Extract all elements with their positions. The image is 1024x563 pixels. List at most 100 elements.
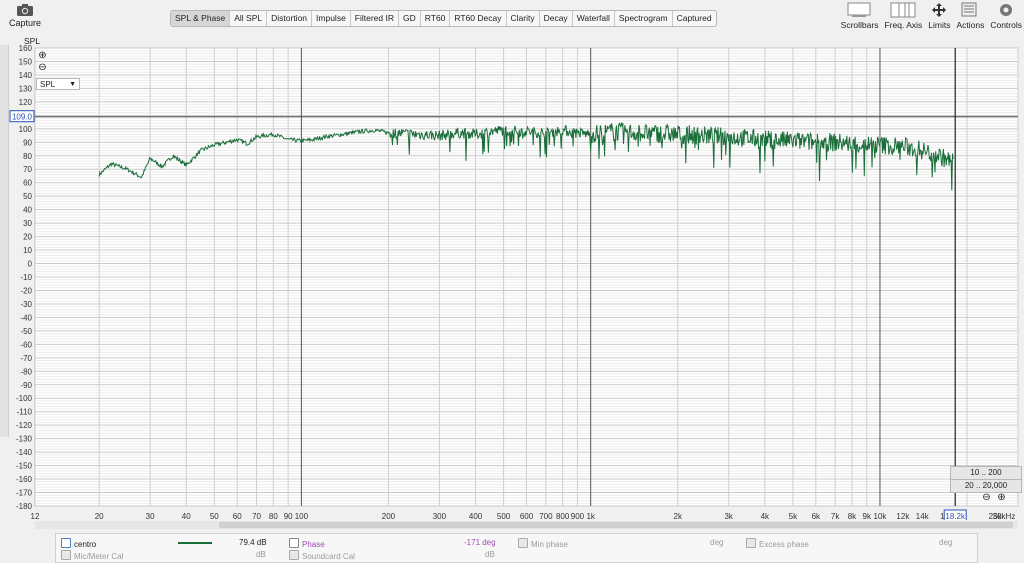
range-10-200-button[interactable]: 10 .. 200 [950, 466, 1022, 480]
y-tick-label: 90 [23, 138, 32, 147]
trace-color-swatch [178, 542, 212, 544]
y-tick-label: 160 [19, 44, 33, 53]
x-tick-label: 90 [284, 512, 293, 520]
y-tick-label: 130 [19, 84, 33, 93]
x-tick-label: 2k [674, 512, 683, 520]
y-tick-label: -110 [17, 408, 33, 417]
x-tick-label: 30 [146, 512, 155, 520]
zoom-in-y-icon[interactable]: ⊕ [37, 51, 48, 62]
y-tick-label: -180 [16, 502, 33, 511]
x-tick-label: 1k [586, 512, 595, 520]
mic-cal-unit: dB [256, 550, 266, 559]
excess-phase-toggle[interactable]: Excess phase [746, 538, 809, 549]
phase-value: -171 deg [464, 538, 496, 547]
legend-panel: centro 79.4 dB Phase -171 deg Min phase … [55, 533, 978, 563]
trace-value: 79.4 dB [239, 538, 267, 547]
x-tick-label: 3k [724, 512, 733, 520]
x-tick-label: 60 [233, 512, 242, 520]
y-tick-label: 60 [23, 179, 32, 188]
y-tick-label: 0 [28, 260, 33, 269]
horizontal-scrollbar[interactable] [35, 521, 1018, 529]
trace-centro-toggle[interactable]: centro [61, 538, 96, 549]
x-tick-label: 30kHz [993, 512, 1016, 520]
y-tick-label: 20 [23, 233, 32, 242]
zoom-out-x-icon[interactable]: ⊖ [981, 493, 992, 504]
excess-phase-unit: deg [939, 538, 953, 547]
y-tick-label: -50 [20, 327, 32, 336]
x-tick-label: 9k [863, 512, 872, 520]
x-tick-label: 800 [556, 512, 570, 520]
min-phase-toggle[interactable]: Min phase [518, 538, 568, 549]
y-tick-label: 100 [19, 125, 33, 134]
y-tick-label: -160 [16, 475, 33, 484]
checkbox-icon [518, 538, 528, 548]
y-tick-label: -20 [20, 286, 32, 295]
zoom-out-y-icon[interactable]: ⊖ [37, 63, 48, 74]
x-tick-label: 500 [497, 512, 511, 520]
min-phase-label: Min phase [531, 540, 568, 549]
mic-cal-toggle[interactable]: Mic/Meter Cal [61, 550, 123, 561]
cursor-x-label: 18.2k [945, 512, 966, 520]
y-tick-label: 40 [23, 206, 32, 215]
y-tick-label: -90 [20, 381, 32, 390]
y-tick-label: 80 [23, 152, 32, 161]
min-phase-unit: deg [710, 538, 724, 547]
chevron-down-icon: ▼ [69, 81, 76, 88]
graph-type-select[interactable]: SPL ▼ [36, 78, 80, 90]
zoom-in-x-icon[interactable]: ⊕ [996, 493, 1007, 504]
y-tick-label: 30 [23, 219, 32, 228]
range-20-20000-button[interactable]: 20 .. 20,000 [950, 479, 1022, 493]
y-tick-label: 140 [19, 71, 33, 80]
x-tick-label: 40 [182, 512, 191, 520]
checkbox-icon [61, 550, 71, 560]
x-tick-label: 7k [831, 512, 840, 520]
x-tick-label: 10k [874, 512, 888, 520]
soundcard-cal-toggle[interactable]: Soundcard Cal [289, 550, 355, 561]
x-tick-label: 200 [382, 512, 396, 520]
spl-graph[interactable]: 1601501401301201101009080706050403020100… [0, 0, 1024, 520]
y-tick-label: -70 [20, 354, 32, 363]
x-tick-label: 900 [571, 512, 585, 520]
y-tick-label: -140 [16, 448, 33, 457]
checkbox-checked-icon [61, 538, 71, 548]
y-tick-label: -100 [16, 394, 33, 403]
x-tick-label: 300 [433, 512, 447, 520]
mic-cal-label: Mic/Meter Cal [74, 552, 124, 561]
x-tick-label: 20 [95, 512, 104, 520]
checkbox-icon [289, 538, 299, 548]
phase-toggle[interactable]: Phase [289, 538, 325, 549]
y-tick-label: -10 [20, 273, 32, 282]
x-tick-label: 70 [252, 512, 261, 520]
x-tick-label: 14k [916, 512, 930, 520]
trace-name: centro [74, 540, 97, 549]
y-tick-label: -150 [16, 462, 33, 471]
soundcard-cal-unit: dB [485, 550, 495, 559]
checkbox-icon [289, 550, 299, 560]
y-tick-label: -80 [20, 367, 32, 376]
x-tick-label: 700 [539, 512, 553, 520]
y-tick-label: -120 [16, 421, 33, 430]
x-tick-label: 4k [761, 512, 770, 520]
y-tick-label: 120 [19, 98, 33, 107]
scrollbar-thumb[interactable] [219, 522, 1013, 528]
x-tick-label: 12k [896, 512, 910, 520]
soundcard-cal-label: Soundcard Cal [302, 552, 355, 561]
y-tick-label: -170 [16, 489, 33, 498]
x-tick-label: 100 [295, 512, 309, 520]
x-tick-label: 8k [848, 512, 857, 520]
y-tick-label: 50 [23, 192, 32, 201]
x-tick-label: 5k [789, 512, 798, 520]
y-tick-label: 150 [19, 57, 33, 66]
y-tick-label: 70 [23, 165, 32, 174]
cursor-y-label: 109.0 [12, 113, 33, 122]
x-tick-label: 80 [269, 512, 278, 520]
y-tick-label: -40 [20, 313, 32, 322]
y-tick-label: -130 [16, 435, 33, 444]
checkbox-icon [746, 538, 756, 548]
x-tick-label: 6k [812, 512, 821, 520]
y-tick-label: -60 [20, 340, 32, 349]
y-tick-label: 10 [23, 246, 32, 255]
x-tick-label: 400 [469, 512, 483, 520]
excess-phase-label: Excess phase [759, 540, 809, 549]
select-value: SPL [40, 80, 56, 89]
